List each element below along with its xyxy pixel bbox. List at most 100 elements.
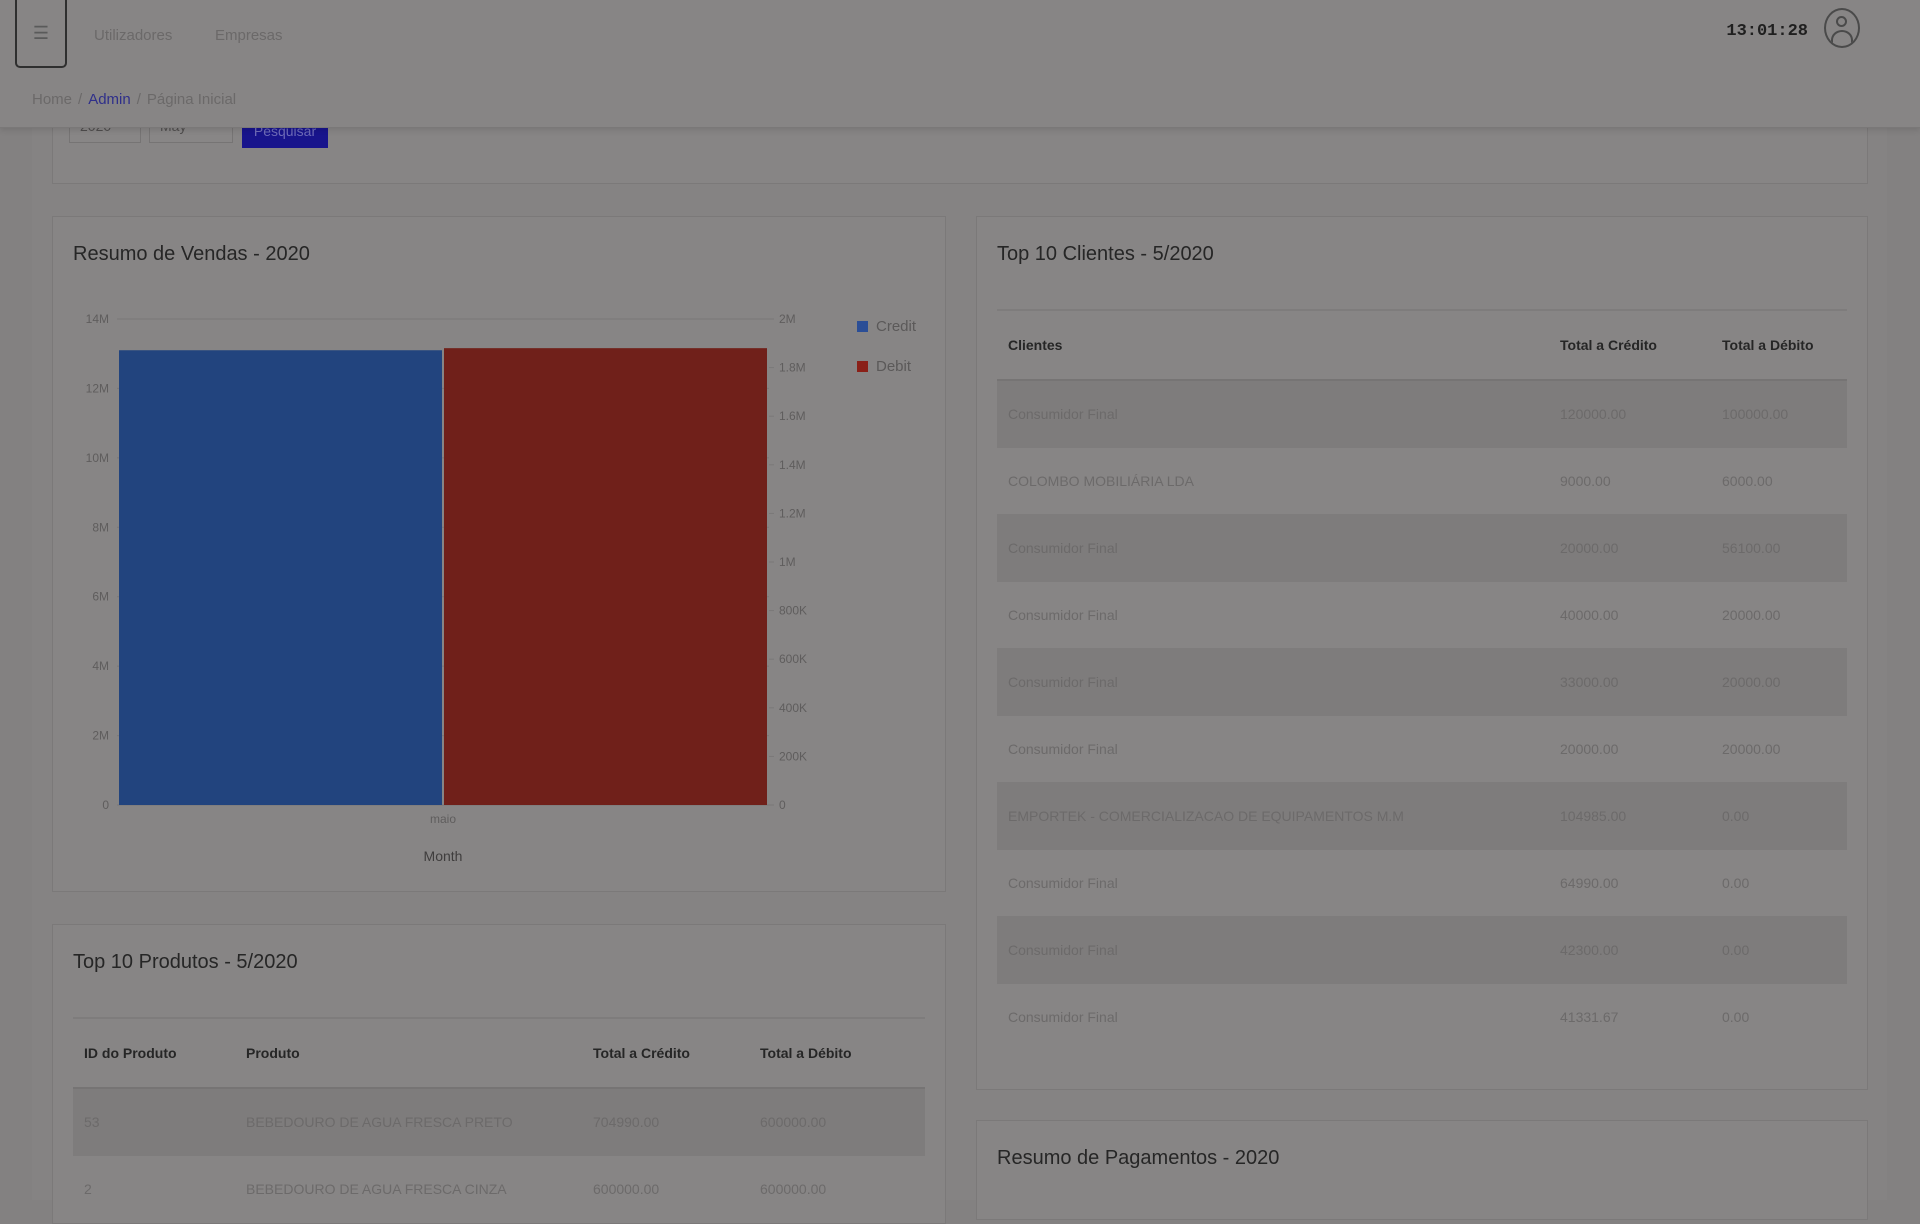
table-cell: 20000.00	[1711, 648, 1847, 716]
table-row: 2 BEBEDOURO DE AGUA FRESCA CINZA 600000.00…	[73, 1155, 925, 1222]
col-total-credito: Total a Crédito	[582, 1017, 749, 1089]
table-cell: 20000.00	[1549, 514, 1711, 582]
x-tick-label: maio	[430, 812, 456, 826]
table-cell: 100000.00	[1711, 379, 1847, 448]
y2-tick-label: 0	[779, 798, 786, 812]
col-total-debito: Total a Débito	[1711, 309, 1847, 381]
col-clientes: Clientes	[997, 309, 1549, 381]
top-clients-card: Top 10 Clientes - 5/2020 Clientes Total …	[976, 216, 1868, 1090]
table-cell: 33000.00	[1549, 648, 1711, 716]
hamburger-icon[interactable]: ☰	[15, 0, 67, 68]
table-cell: Consumidor Final	[997, 916, 1549, 984]
sales-chart-card: Resumo de Vendas - 2020 0 2M 4M 6M 8M 10M 12M 1…	[52, 216, 946, 892]
table-cell: 704990.00	[582, 1087, 749, 1156]
table-row: Consumidor Final 120000.00 100000.00	[997, 379, 1847, 448]
sales-chart: 0 2M 4M 6M 8M 10M 12M 14M 0 200K 400K 600K 800K 1M 1.2…	[86, 312, 807, 864]
table-row: COLOMBO MOBILIÁRIA LDA 9000.00 6000.00	[997, 447, 1847, 515]
table-cell: 600000.00	[582, 1155, 749, 1222]
table-cell: 20000.00	[1549, 715, 1711, 783]
legend-debit: Debit	[857, 358, 911, 375]
table-row: 53 BEBEDOURO DE AGUA FRESCA PRETO 704990.0…	[73, 1087, 925, 1156]
table-row: Consumidor Final 40000.00 20000.00	[997, 581, 1847, 649]
y-tick-label: 4M	[92, 659, 109, 673]
table-cell: 120000.00	[1549, 379, 1711, 448]
legend-credit: Credit	[857, 318, 916, 335]
col-total-debito: Total a Débito	[749, 1017, 925, 1089]
legend-swatch-credit	[857, 321, 868, 332]
y-tick-label: 10M	[86, 451, 109, 465]
y2-tick-label: 1.2M	[779, 506, 806, 520]
payments-card: Resumo de Pagamentos - 2020	[976, 1120, 1868, 1220]
y2-tick-label: 1M	[779, 555, 796, 569]
table-row: Consumidor Final 33000.00 20000.00	[997, 648, 1847, 716]
y2-tick-label: 600K	[779, 652, 807, 666]
table-cell: 41331.67	[1549, 983, 1711, 1050]
table-cell: 56100.00	[1711, 514, 1847, 582]
x-axis-label: Month	[424, 848, 463, 864]
card-title: Top 10 Produtos - 5/2020	[73, 951, 298, 973]
y-tick-label: 14M	[86, 312, 109, 326]
y2-tick-label: 400K	[779, 701, 807, 715]
table-row: Consumidor Final 64990.00 0.00	[997, 849, 1847, 917]
y-tick-label: 0	[102, 798, 109, 812]
y2-tick-label: 200K	[779, 749, 807, 763]
card-title: Resumo de Vendas - 2020	[73, 243, 310, 265]
clients-table: Clientes Total a Crédito Total a Débito …	[997, 309, 1847, 1050]
y2-tick-label: 2M	[779, 312, 796, 326]
table-cell: EMPORTEK - COMERCIALIZACAO DE EQUIPAMENT…	[997, 782, 1549, 850]
table-cell: 6000.00	[1711, 447, 1847, 515]
table-cell: Consumidor Final	[997, 648, 1549, 716]
table-cell: 0.00	[1711, 782, 1847, 850]
breadcrumb-home[interactable]: Home	[32, 91, 72, 108]
table-row: Consumidor Final 20000.00 20000.00	[997, 715, 1847, 783]
table-cell: BEBEDOURO DE AGUA FRESCA PRETO	[235, 1087, 582, 1156]
table-cell: 0.00	[1711, 849, 1847, 917]
table-cell: 600000.00	[749, 1155, 925, 1222]
table-cell: BEBEDOURO DE AGUA FRESCA CINZA	[235, 1155, 582, 1222]
table-cell: 20000.00	[1711, 715, 1847, 783]
y-tick-label: 6M	[92, 590, 109, 604]
table-row: Consumidor Final 42300.00 0.00	[997, 916, 1847, 984]
table-row: Consumidor Final 41331.67 0.00	[997, 983, 1847, 1050]
table-cell: COLOMBO MOBILIÁRIA LDA	[997, 447, 1549, 515]
table-cell: Consumidor Final	[997, 849, 1549, 917]
table-row: EMPORTEK - COMERCIALIZACAO DE EQUIPAMENT…	[997, 782, 1847, 850]
clock: 13:01:28	[1726, 22, 1808, 41]
products-table: ID do Produto Produto Total a Crédito To…	[73, 1017, 925, 1222]
legend-swatch-debit	[857, 361, 868, 372]
nav-link-utilizadores[interactable]: Utilizadores	[94, 27, 172, 44]
table-cell: Consumidor Final	[997, 379, 1549, 448]
table-cell: 20000.00	[1711, 581, 1847, 649]
table-cell: Consumidor Final	[997, 715, 1549, 783]
top-navbar: ☰ Utilizadores Empresas 13:01:28 Home / Ad…	[0, 0, 1920, 128]
card-title: Resumo de Pagamentos - 2020	[997, 1147, 1280, 1169]
table-cell: 600000.00	[749, 1087, 925, 1156]
table-cell: 104985.00	[1549, 782, 1711, 850]
bar-debit	[444, 348, 767, 805]
table-row: Consumidor Final 20000.00 56100.00	[997, 514, 1847, 582]
breadcrumb: Home / Admin / Página Inicial	[32, 91, 237, 108]
y2-tick-label: 1.4M	[779, 458, 806, 472]
y2-tick-label: 1.8M	[779, 361, 806, 375]
user-avatar-icon[interactable]	[1824, 8, 1860, 48]
nav-link-empresas[interactable]: Empresas	[215, 27, 283, 44]
table-cell: 53	[73, 1087, 235, 1156]
y-tick-label: 8M	[92, 520, 109, 534]
table-cell: 9000.00	[1549, 447, 1711, 515]
col-produto: Produto	[235, 1017, 582, 1089]
table-cell: 40000.00	[1549, 581, 1711, 649]
card-title: Top 10 Clientes - 5/2020	[997, 243, 1214, 265]
table-cell: 2	[73, 1155, 235, 1222]
y2-tick-label: 1.6M	[779, 409, 806, 423]
table-cell: 42300.00	[1549, 916, 1711, 984]
table-cell: 0.00	[1711, 916, 1847, 984]
table-cell: 64990.00	[1549, 849, 1711, 917]
col-id-produto: ID do Produto	[73, 1017, 235, 1089]
breadcrumb-admin[interactable]: Admin	[88, 91, 131, 108]
col-total-credito: Total a Crédito	[1549, 309, 1711, 381]
breadcrumb-current: Página Inicial	[146, 91, 237, 108]
table-cell: 0.00	[1711, 983, 1847, 1050]
bar-credit	[119, 350, 442, 805]
y-tick-label: 2M	[92, 729, 109, 743]
y2-tick-label: 800K	[779, 604, 807, 618]
